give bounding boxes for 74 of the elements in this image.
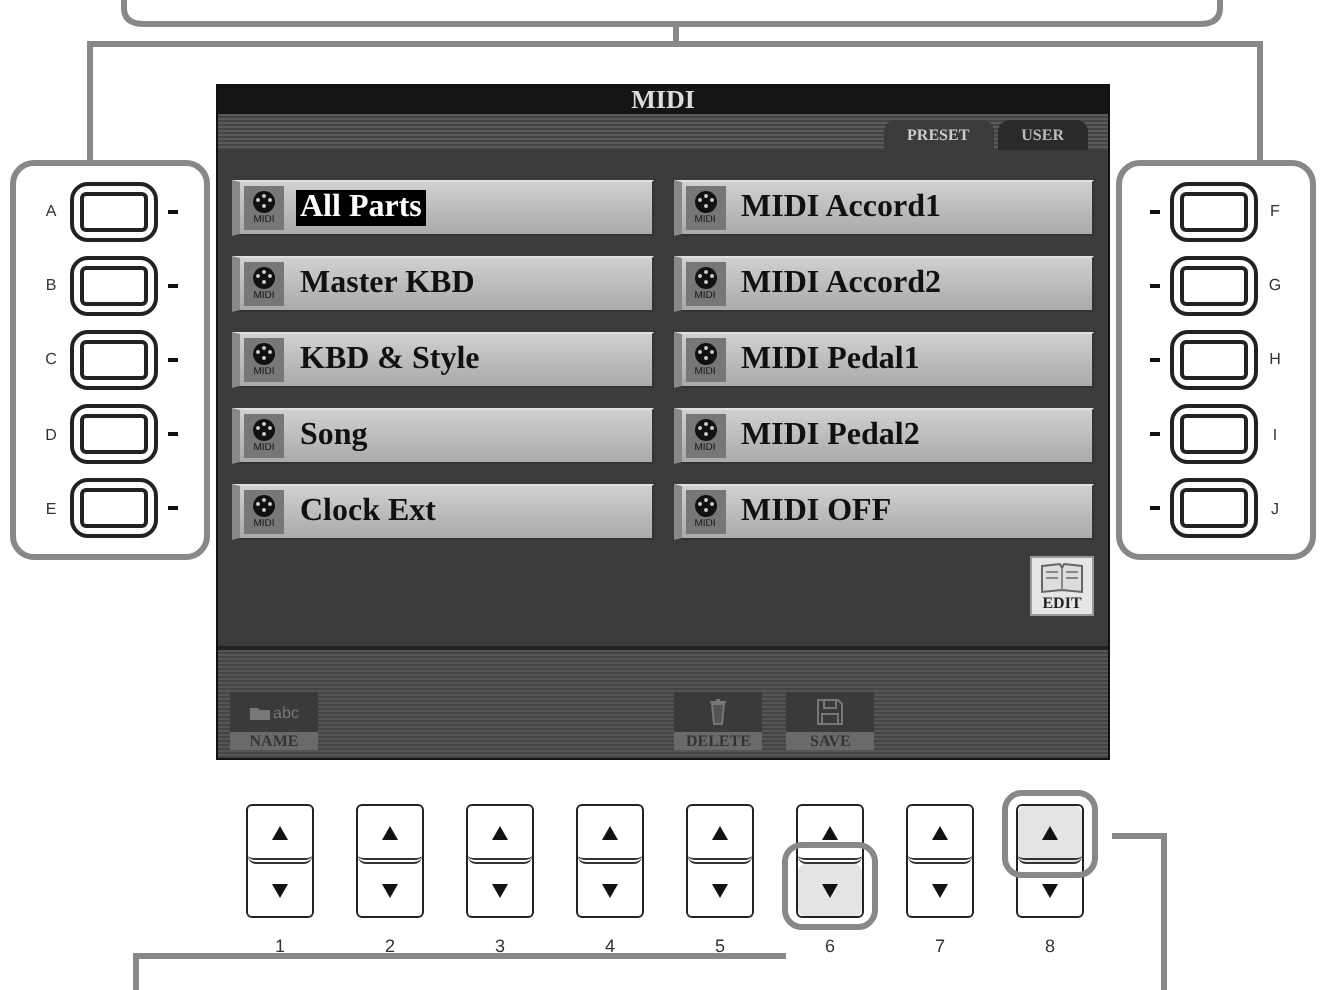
- item-label: MIDI Accord1: [739, 190, 943, 226]
- button-number: 6: [824, 936, 835, 956]
- button-letter: F: [1268, 202, 1282, 221]
- dash-mark: [167, 357, 177, 362]
- down-button[interactable]: [798, 864, 862, 916]
- down-arrow-icon: [932, 883, 948, 897]
- item-label: KBD & Style: [298, 342, 482, 378]
- screen-title: MIDI: [218, 86, 1108, 114]
- dash-mark: [167, 432, 177, 437]
- panel-button[interactable]: [69, 478, 157, 539]
- folder-icon: [249, 705, 270, 719]
- button-number: 5: [714, 936, 725, 956]
- button-letter: D: [43, 425, 59, 444]
- button-letter: C: [43, 350, 59, 369]
- button-number: 3: [494, 936, 505, 956]
- button-number: 1: [274, 936, 285, 956]
- button-letter: A: [43, 202, 59, 221]
- button-letter: H: [1267, 350, 1283, 369]
- panel-button[interactable]: [69, 255, 157, 316]
- up-arrow-icon: [272, 825, 288, 839]
- edit-button[interactable]: EDIT: [1030, 556, 1094, 616]
- item-label: Song: [298, 418, 370, 454]
- dash-mark: [1149, 357, 1159, 362]
- button-letter: I: [1270, 425, 1280, 444]
- up-arrow-icon: [1042, 825, 1058, 839]
- book-icon: [1040, 562, 1084, 594]
- dash-mark: [1149, 432, 1159, 437]
- button-letter: J: [1269, 499, 1281, 518]
- panel-button[interactable]: [1169, 255, 1257, 316]
- up-arrow-icon: [602, 825, 618, 839]
- item-label: All Parts: [296, 190, 426, 226]
- down-arrow-icon: [382, 883, 398, 897]
- down-arrow-icon: [1042, 883, 1058, 897]
- item-label: Clock Ext: [298, 494, 438, 530]
- down-arrow-icon: [602, 883, 618, 897]
- panel-button[interactable]: [1169, 329, 1257, 390]
- dash-mark: [1149, 209, 1159, 214]
- button-letter: G: [1267, 276, 1283, 295]
- dash-mark: [1149, 283, 1159, 288]
- panel-button[interactable]: [1169, 181, 1257, 242]
- item-label: Master KBD: [298, 266, 477, 302]
- button-number: 7: [934, 936, 945, 956]
- button-letter: B: [43, 276, 59, 295]
- tab[interactable]: USER: [997, 120, 1088, 150]
- tab[interactable]: PRESET: [883, 120, 994, 150]
- icon-text: abc: [273, 703, 299, 721]
- button-number: 2: [384, 936, 395, 956]
- up-arrow-icon: [822, 825, 838, 839]
- down-arrow-icon: [272, 883, 288, 897]
- button-number: 4: [604, 936, 615, 956]
- item-label: MIDI OFF: [739, 494, 894, 530]
- down-arrow-icon: [712, 883, 728, 897]
- up-arrow-icon: [932, 825, 948, 839]
- dash-mark: [167, 209, 177, 214]
- up-arrow-icon: [382, 825, 398, 839]
- dash-mark: [1149, 506, 1159, 511]
- item-label: MIDI Pedal1: [739, 342, 922, 378]
- panel-button[interactable]: [69, 181, 157, 242]
- dash-mark: [167, 506, 177, 511]
- item-label: MIDI Pedal2: [739, 418, 922, 454]
- panel-button[interactable]: [69, 329, 157, 390]
- button-letter: E: [43, 499, 59, 518]
- down-arrow-icon: [492, 883, 508, 897]
- panel-button[interactable]: [1169, 404, 1257, 465]
- up-arrow-icon: [712, 825, 728, 839]
- trash-icon: [708, 698, 729, 726]
- dash-mark: [167, 283, 177, 288]
- up-arrow-icon: [492, 825, 508, 839]
- item-label: MIDI Accord2: [739, 266, 943, 302]
- down-arrow-icon: [822, 883, 838, 897]
- panel-button[interactable]: [1169, 478, 1257, 539]
- button-number: 8: [1044, 936, 1055, 956]
- up-button[interactable]: [1018, 806, 1082, 864]
- panel-button[interactable]: [69, 404, 157, 465]
